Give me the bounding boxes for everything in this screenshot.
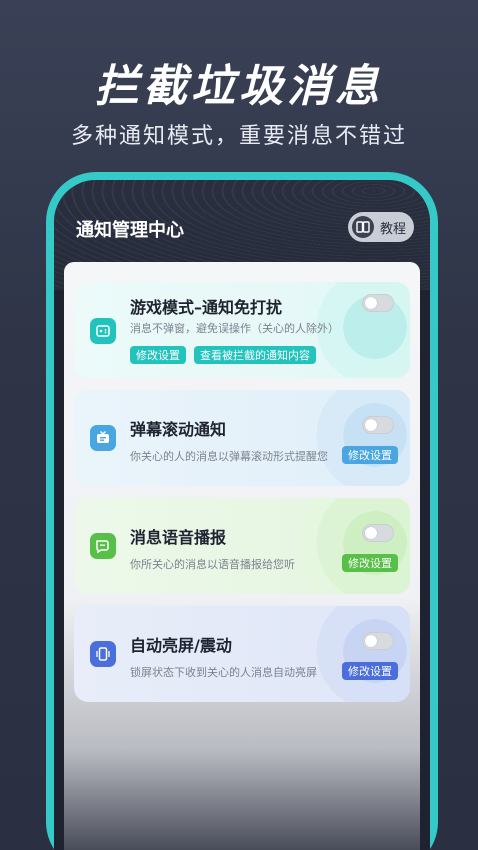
card-voice-broadcast: 消息语音播报 你所关心的消息以语音播报给您听 修改设置	[74, 498, 410, 594]
auto-wake-toggle[interactable]	[362, 632, 394, 650]
card-description: 你所关心的消息以语音播报给您听	[130, 558, 295, 571]
card-title: 自动亮屏/震动	[130, 636, 232, 655]
card-game-mode: 游戏模式–通知免打扰 消息不弹窗，避免误操作（关心的人除外） 修改设置 查看被拦…	[74, 282, 410, 378]
card-title: 弹幕滚动通知	[130, 420, 227, 439]
card-decoration	[300, 606, 410, 702]
page-title: 通知管理中心	[76, 220, 184, 241]
settings-panel: 游戏模式–通知免打扰 消息不弹窗，避免误操作（关心的人除外） 修改设置 查看被拦…	[64, 262, 420, 850]
view-blocked-notifications-button[interactable]: 查看被拦截的通知内容	[194, 346, 316, 364]
card-title: 消息语音播报	[130, 528, 227, 547]
modify-settings-button[interactable]: 修改设置	[342, 662, 398, 680]
card-description: 消息不弹窗，避免误操作（关心的人除外）	[130, 322, 339, 335]
card-decoration	[300, 498, 410, 594]
phone-frame: 通知管理中心 教程 游戏模式–通知免打扰 消息不弹窗，避免误操作（关心的人除外）…	[46, 172, 438, 850]
card-danmaku-notification: 弹幕滚动通知 你关心的人的消息以弹幕滚动形式提醒您 修改设置	[74, 390, 410, 486]
card-description: 你关心的人的消息以弹幕滚动形式提醒您	[130, 450, 328, 463]
card-decoration	[300, 390, 410, 486]
phone-vibrate-icon	[90, 641, 116, 667]
card-auto-wake: 自动亮屏/震动 锁屏状态下收到关心的人消息自动亮屏 修改设置	[74, 606, 410, 702]
modify-settings-button[interactable]: 修改设置	[342, 554, 398, 572]
voice-broadcast-toggle[interactable]	[362, 524, 394, 542]
book-icon	[352, 216, 374, 238]
phone-screen: 通知管理中心 教程 游戏模式–通知免打扰 消息不弹窗，避免误操作（关心的人除外）…	[54, 180, 430, 850]
tutorial-button[interactable]: 教程	[348, 212, 414, 242]
promo-title: 拦截垃圾消息	[95, 61, 383, 112]
tutorial-label: 教程	[380, 221, 407, 237]
modify-settings-button[interactable]: 修改设置	[130, 346, 186, 364]
promo-subtitle: 多种通知模式，重要消息不错过	[70, 124, 407, 149]
gamepad-icon	[90, 318, 116, 344]
tv-icon	[90, 425, 116, 451]
card-description: 锁屏状态下收到关心的人消息自动亮屏	[130, 666, 317, 679]
danmaku-toggle[interactable]	[362, 416, 394, 434]
card-title: 游戏模式–通知免打扰	[130, 298, 283, 317]
game-mode-toggle[interactable]	[362, 294, 394, 312]
chat-bubble-icon	[90, 533, 116, 559]
modify-settings-button[interactable]: 修改设置	[342, 446, 398, 464]
